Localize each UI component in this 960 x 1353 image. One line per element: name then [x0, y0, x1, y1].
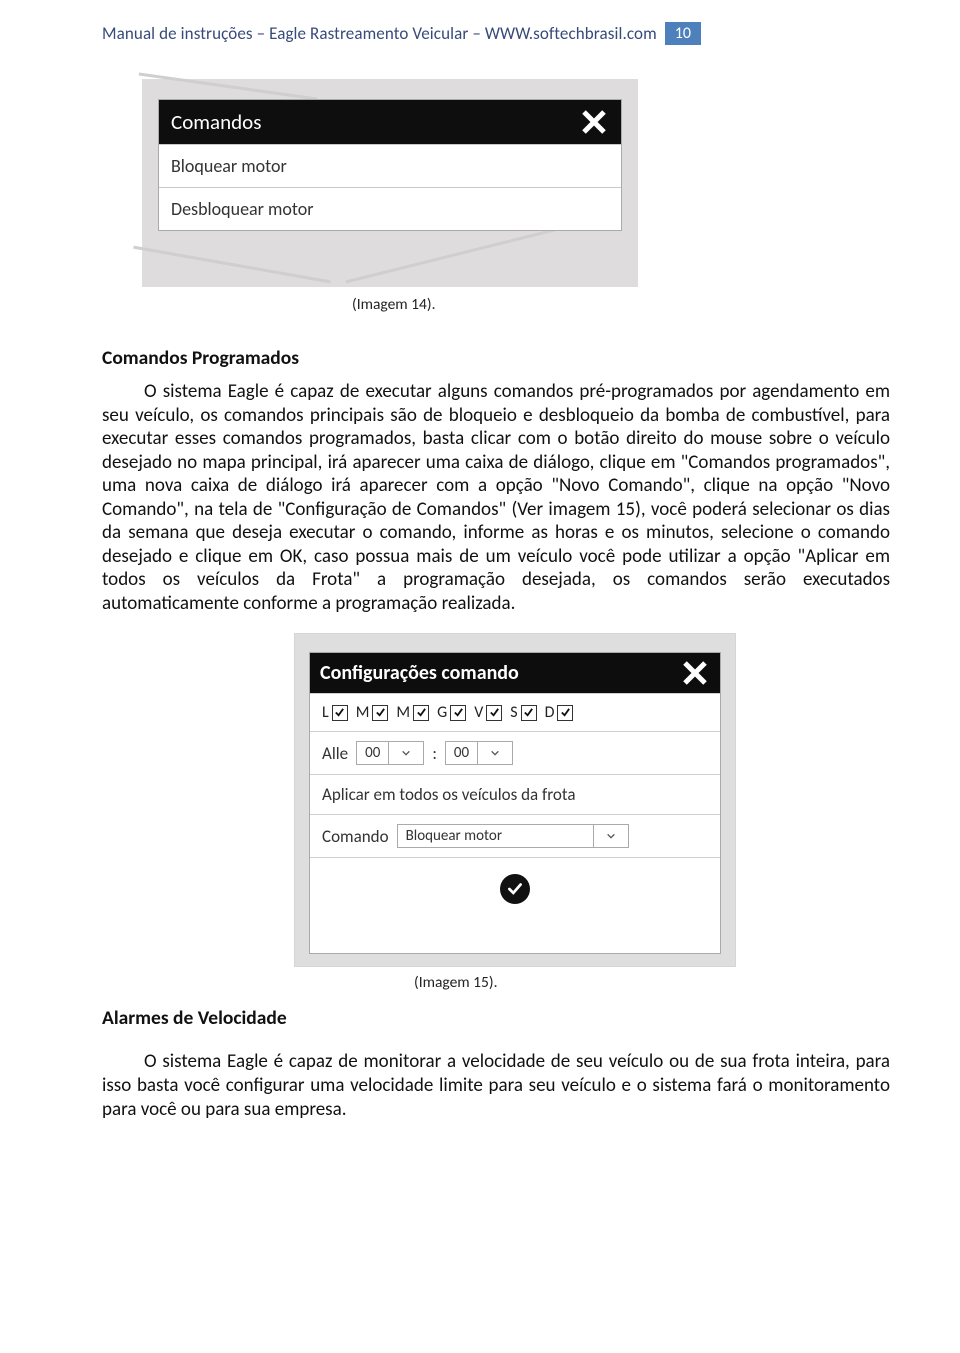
- checkbox-icon: [372, 705, 388, 721]
- minute-select[interactable]: 00: [445, 741, 513, 765]
- command-item-bloquear[interactable]: Bloquear motor: [159, 144, 621, 187]
- checkbox-icon: [450, 705, 466, 721]
- header-text: Manual de instruções – Eagle Rastreament…: [102, 23, 657, 44]
- close-icon[interactable]: [579, 107, 609, 137]
- day-D[interactable]: D: [545, 703, 574, 722]
- dialog-titlebar: Comandos: [159, 100, 621, 144]
- hour-select[interactable]: 00: [356, 741, 424, 765]
- comandos-dialog: Comandos Bloquear motor Desbloquear moto…: [158, 99, 622, 231]
- time-label: Alle: [322, 743, 348, 764]
- day-G[interactable]: G: [437, 703, 466, 722]
- day-M2[interactable]: M: [396, 703, 429, 722]
- section-heading-alarmes-velocidade: Alarmes de Velocidade: [102, 1006, 890, 1030]
- screenshot-config-comando: Configurações comando L M M G V S D Alle…: [294, 633, 736, 967]
- apply-all-row[interactable]: Aplicar em todos os veículos da frota: [310, 774, 720, 814]
- checkbox-icon: [486, 705, 502, 721]
- check-icon: [506, 880, 524, 898]
- day-L[interactable]: L: [322, 703, 348, 722]
- time-row: Alle 00 : 00: [310, 731, 720, 774]
- section-heading-comandos-programados: Comandos Programados: [102, 346, 890, 370]
- command-value: Bloquear motor: [398, 827, 510, 845]
- page-number: 10: [665, 22, 701, 45]
- checkbox-icon: [521, 705, 537, 721]
- command-select[interactable]: Bloquear motor: [397, 824, 629, 848]
- command-label: Comando: [322, 826, 389, 847]
- command-row: Comando Bloquear motor: [310, 814, 720, 857]
- chevron-down-icon: [593, 825, 628, 847]
- dialog-titlebar: Configurações comando: [310, 653, 720, 693]
- day-S[interactable]: S: [510, 703, 536, 722]
- section2-paragraph: O sistema Eagle é capaz de monitorar a v…: [102, 1050, 890, 1121]
- day-M1[interactable]: M: [356, 703, 389, 722]
- image14-caption: (Imagem 14).: [352, 295, 890, 314]
- ok-button[interactable]: [500, 874, 530, 904]
- chevron-down-icon: [477, 742, 512, 764]
- checkbox-icon: [413, 705, 429, 721]
- image15-caption: (Imagem 15).: [414, 973, 890, 992]
- command-item-desbloquear[interactable]: Desbloquear motor: [159, 187, 621, 230]
- checkbox-icon: [332, 705, 348, 721]
- close-icon[interactable]: [680, 658, 710, 688]
- chevron-down-icon: [388, 742, 423, 764]
- dialog-title: Configurações comando: [320, 661, 519, 685]
- confirm-row: [310, 857, 720, 920]
- hour-value: 00: [357, 744, 388, 762]
- checkbox-icon: [557, 705, 573, 721]
- section1-paragraph: O sistema Eagle é capaz de executar algu…: [102, 380, 890, 615]
- minute-value: 00: [446, 744, 477, 762]
- page-header: Manual de instruções – Eagle Rastreament…: [102, 22, 890, 45]
- weekday-row: L M M G V S D: [310, 693, 720, 731]
- day-V[interactable]: V: [474, 703, 502, 722]
- time-colon: :: [432, 743, 437, 764]
- screenshot-comandos: Comandos Bloquear motor Desbloquear moto…: [142, 79, 638, 287]
- dialog-title: Comandos: [171, 109, 261, 135]
- config-comando-dialog: Configurações comando L M M G V S D Alle…: [309, 652, 721, 954]
